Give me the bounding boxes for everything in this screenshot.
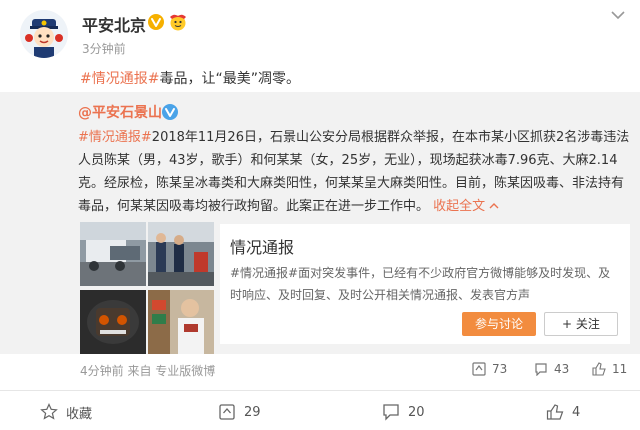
mention-at: @ [78, 105, 92, 121]
repost-author[interactable]: @平安石景山 [78, 102, 162, 122]
favorite-button[interactable]: 收藏 [40, 400, 92, 424]
like-button[interactable]: 4 [546, 400, 580, 424]
avatar[interactable] [20, 10, 68, 58]
action-bar: 收藏 29 20 4 [0, 396, 640, 428]
repost-box: @平安石景山 #情况通报#2018年11月26日，石景山公安分局根据群众举报，在… [0, 92, 640, 378]
thumbnail-image[interactable] [80, 222, 146, 286]
emoji-badge-icon [170, 14, 186, 31]
repost-author-name[interactable]: 平安石景山 [92, 105, 162, 121]
repost-mini-stat[interactable]: 73 [472, 362, 507, 376]
comment-count: 20 [408, 404, 425, 420]
divider [0, 390, 640, 391]
verified-v-icon [162, 104, 178, 120]
favorite-label: 收藏 [66, 406, 93, 422]
topic-card[interactable]: 情况通报 #情况通报#面对突发事件，已经有不少政府官方微博能够及时发现、及时响应… [220, 224, 630, 344]
post-time: 3分钟前 [82, 42, 126, 56]
repost-meta: 4分钟前 来自 专业版微博 [80, 364, 216, 378]
photo-person-scene [148, 290, 214, 354]
repost-hashtag-link[interactable]: #情况通报# [78, 130, 152, 145]
thumbs-up-icon [592, 362, 606, 376]
comment-mini-stat[interactable]: 43 [534, 362, 569, 376]
star-icon [40, 403, 58, 420]
repost-icon [472, 362, 486, 376]
comment-mini-count: 43 [554, 362, 570, 376]
repost-icon [219, 404, 235, 420]
photo-street-scene [80, 222, 146, 286]
hashtag-link[interactable]: #情况通报# [80, 71, 159, 87]
photo-officers-scene [148, 222, 214, 286]
post-body: 毒品，让“最美”凋零。 [159, 71, 300, 87]
comment-icon [383, 404, 399, 421]
thumbnail-image[interactable] [148, 290, 214, 354]
card-description: #情况通报#面对突发事件，已经有不少政府官方微博能够及时发现、及时响应、及时回复… [230, 266, 611, 302]
collapse-text-link[interactable]: 收起全文 [433, 199, 499, 214]
post-text: #情况通报#毒品，让“最美”凋零。 [80, 68, 300, 88]
join-discussion-button[interactable]: 参与讨论 [462, 312, 536, 336]
plus-icon: + [562, 317, 576, 331]
repost-body: 2018年11月26日，石景山公安分局根据群众举报，在本市某小区抓获2名涉毒违法… [78, 130, 630, 214]
image-grid [80, 222, 216, 356]
repost-button[interactable]: 29 [218, 400, 261, 424]
post-header: 平安北京 3分钟前 [0, 0, 640, 68]
author-name[interactable]: 平安北京 [82, 12, 146, 36]
like-mini-stat[interactable]: 11 [592, 362, 627, 376]
follow-label: 关注 [575, 317, 600, 331]
repost-footer: 4分钟前 来自 专业版微博 73 43 11 [0, 360, 640, 384]
police-mascot-avatar-icon [20, 10, 68, 58]
thumbnail-image[interactable] [148, 222, 214, 286]
thumbnail-image[interactable] [80, 290, 146, 354]
chevron-down-icon[interactable] [610, 10, 626, 20]
collapse-label: 收起全文 [433, 199, 486, 214]
photo-evidence-scene [80, 290, 146, 354]
card-title: 情况通报 [230, 238, 295, 257]
thumbs-up-icon [546, 404, 564, 420]
chevron-up-icon [489, 203, 499, 209]
repost-text: #情况通报#2018年11月26日，石景山公安分局根据群众举报，在本市某小区抓获… [78, 126, 630, 218]
follow-button[interactable]: + 关注 [544, 312, 618, 336]
comment-button[interactable]: 20 [382, 400, 425, 424]
like-mini-count: 11 [612, 362, 628, 376]
verified-v-icon [148, 14, 164, 30]
repost-count: 29 [244, 404, 261, 420]
repost-mini-count: 73 [492, 362, 508, 376]
comment-icon [535, 363, 547, 376]
like-count: 4 [572, 404, 581, 420]
